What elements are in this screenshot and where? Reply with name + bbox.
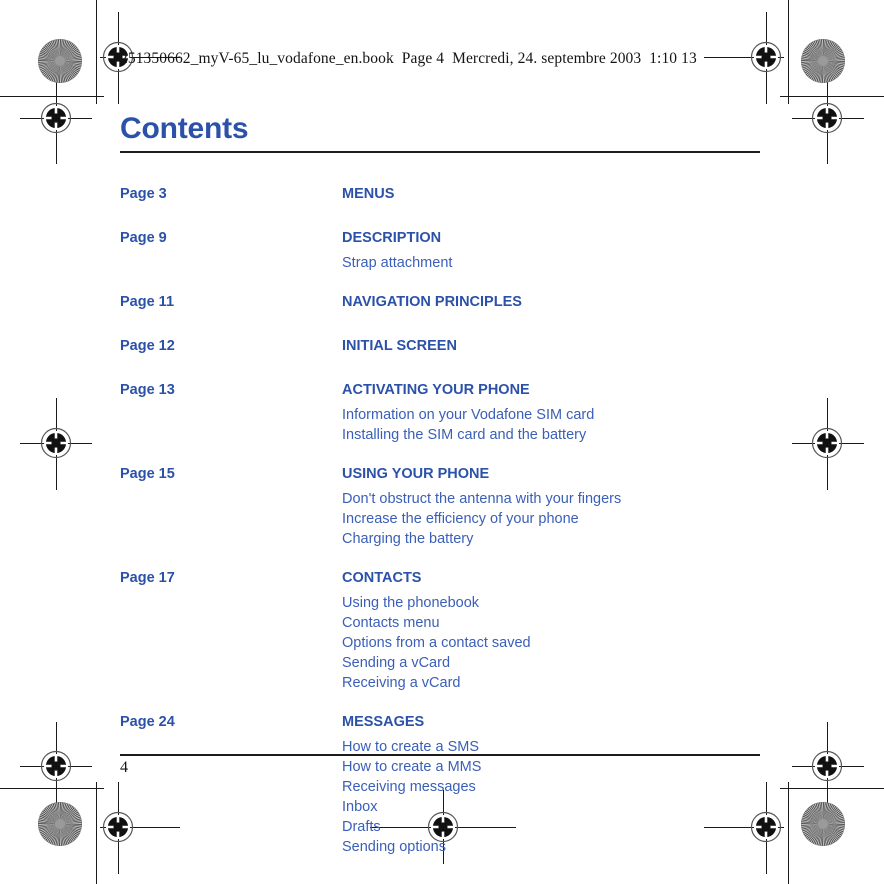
reg-arm-upper-right-vertical <box>827 74 828 164</box>
crop-line-right-top-horizontal <box>780 96 884 97</box>
page-footer: 4 <box>120 754 760 779</box>
crop-line-top-left-vertical <box>96 0 97 104</box>
reg-arm-top-left-vertical <box>118 12 119 104</box>
toc-sub-entry[interactable]: Contacts menu <box>342 613 760 633</box>
starburst-patch-bottom-right-icon <box>801 802 845 846</box>
toc-sub-entry[interactable]: Receiving messages <box>342 777 760 797</box>
toc-entry-column: DESCRIPTION Strap attachment <box>342 223 760 273</box>
reg-arm-top-right-vertical <box>766 12 767 104</box>
toc-entry-column: INITIAL SCREEN <box>342 331 760 361</box>
toc-sub-entry[interactable]: Installing the SIM card and the battery <box>342 425 760 445</box>
reg-arm-mid-right-vertical <box>827 398 828 490</box>
reg-arm-upper-right-horizontal <box>792 118 864 119</box>
toc-section-heading[interactable]: NAVIGATION PRINCIPLES <box>342 287 760 317</box>
toc-section-heading[interactable]: DESCRIPTION <box>342 223 760 253</box>
toc-sub-entry[interactable]: Increase the efficiency of your phone <box>342 509 760 529</box>
footer-page-number: 4 <box>120 759 128 776</box>
reg-arm-mid-right-horizontal <box>792 443 864 444</box>
registration-mark-lower-right-icon <box>804 743 850 789</box>
reg-arm-lower-left-vertical <box>56 722 57 812</box>
reg-arm-upper-left-vertical <box>56 74 57 164</box>
reg-arm-bottom-right-vertical <box>766 782 767 874</box>
crop-line-bottom-left-vertical <box>96 782 97 884</box>
toc-sub-entry[interactable]: Information on your Vodafone SIM card <box>342 405 760 425</box>
page-title: Contents <box>120 112 249 145</box>
toc-page-label[interactable]: Page 15 <box>120 459 342 489</box>
toc-sub-entry[interactable]: Inbox <box>342 797 760 817</box>
toc-group: Page 9 DESCRIPTION Strap attachment <box>120 223 760 273</box>
toc-sub-entry[interactable]: Receiving a vCard <box>342 673 760 693</box>
toc-sub-entry[interactable]: Don't obstruct the antenna with your fin… <box>342 489 760 509</box>
toc-entry-column: USING YOUR PHONE Don't obstruct the anten… <box>342 459 760 549</box>
toc-section-heading[interactable]: INITIAL SCREEN <box>342 331 760 361</box>
toc-sub-entry[interactable]: Sending a vCard <box>342 653 760 673</box>
starburst-patch-top-right-icon <box>801 39 845 83</box>
toc-entry-column: MENUS <box>342 179 760 209</box>
toc-group: Page 24 MESSAGES How to create a SMS How to… <box>120 707 760 857</box>
crop-line-left-bottom-horizontal <box>0 788 104 789</box>
toc-group: Page 13 ACTIVATING YOUR PHONE Information … <box>120 375 760 445</box>
reg-arm-bottom-left-vertical <box>118 782 119 874</box>
crop-line-left-top-horizontal <box>0 96 104 97</box>
toc-sub-entry[interactable]: Using the phonebook <box>342 593 760 613</box>
starburst-patch-top-left-icon <box>38 39 82 83</box>
toc-group: Page 12 INITIAL SCREEN <box>120 331 760 361</box>
toc-group: Page 11 NAVIGATION PRINCIPLES <box>120 287 760 317</box>
reg-arm-mid-left-vertical <box>56 398 57 490</box>
toc-group: Page 17 CONTACTS Using the phonebook Contac… <box>120 563 760 693</box>
toc-sub-entry[interactable]: Drafts <box>342 817 760 837</box>
toc-sub-entry[interactable]: Charging the battery <box>342 529 760 549</box>
toc-group: Page 15 USING YOUR PHONE Don't obstruct th… <box>120 459 760 549</box>
reg-arm-lower-left-horizontal <box>20 766 92 767</box>
registration-mark-upper-right-icon <box>804 95 850 141</box>
toc-entry-column: MESSAGES How to create a SMS How to create… <box>342 707 760 857</box>
toc-sub-entry[interactable]: Sending options <box>342 837 760 857</box>
toc-entry-column: ACTIVATING YOUR PHONE Information on your… <box>342 375 760 445</box>
crop-line-bottom-right-vertical <box>788 782 789 884</box>
starburst-patch-bottom-left-icon <box>38 802 82 846</box>
toc-page-label[interactable]: Page 24 <box>120 707 342 737</box>
crop-line-right-bottom-horizontal <box>780 788 884 789</box>
registration-mark-mid-left-icon <box>33 420 79 466</box>
reg-arm-lower-right-horizontal <box>792 766 864 767</box>
book-header-line: 251350662_myV-65_lu_vodafone_en.book Pag… <box>120 50 697 67</box>
reg-arm-upper-left-horizontal <box>20 118 92 119</box>
registration-mark-upper-left-icon <box>33 95 79 141</box>
toc-entry-column: CONTACTS Using the phonebook Contacts menu… <box>342 563 760 693</box>
toc-group: Page 3 MENUS <box>120 179 760 209</box>
toc-page-label[interactable]: Page 3 <box>120 179 342 209</box>
toc-sub-entry[interactable]: Strap attachment <box>342 253 760 273</box>
toc-page-label[interactable]: Page 12 <box>120 331 342 361</box>
toc-page-label[interactable]: Page 9 <box>120 223 342 253</box>
reg-arm-mid-left-horizontal <box>20 443 92 444</box>
toc-sub-entry[interactable]: Options from a contact saved <box>342 633 760 653</box>
toc-section-heading[interactable]: MESSAGES <box>342 707 760 737</box>
registration-mark-mid-right-icon <box>804 420 850 466</box>
toc-page-label[interactable]: Page 11 <box>120 287 342 317</box>
crop-line-top-right-vertical <box>788 0 789 104</box>
registration-mark-lower-left-icon <box>33 743 79 789</box>
toc-page-label[interactable]: Page 17 <box>120 563 342 593</box>
reg-arm-top-right-horizontal <box>704 57 784 58</box>
toc-section-heading[interactable]: ACTIVATING YOUR PHONE <box>342 375 760 405</box>
toc-section-heading[interactable]: MENUS <box>342 179 760 209</box>
toc-section-heading[interactable]: USING YOUR PHONE <box>342 459 760 489</box>
toc-page-label[interactable]: Page 13 <box>120 375 342 405</box>
title-divider <box>120 151 760 153</box>
toc-section-heading[interactable]: CONTACTS <box>342 563 760 593</box>
toc-entry-column: NAVIGATION PRINCIPLES <box>342 287 760 317</box>
registration-mark-top-right-icon <box>743 34 789 80</box>
reg-arm-lower-right-vertical <box>827 722 828 812</box>
